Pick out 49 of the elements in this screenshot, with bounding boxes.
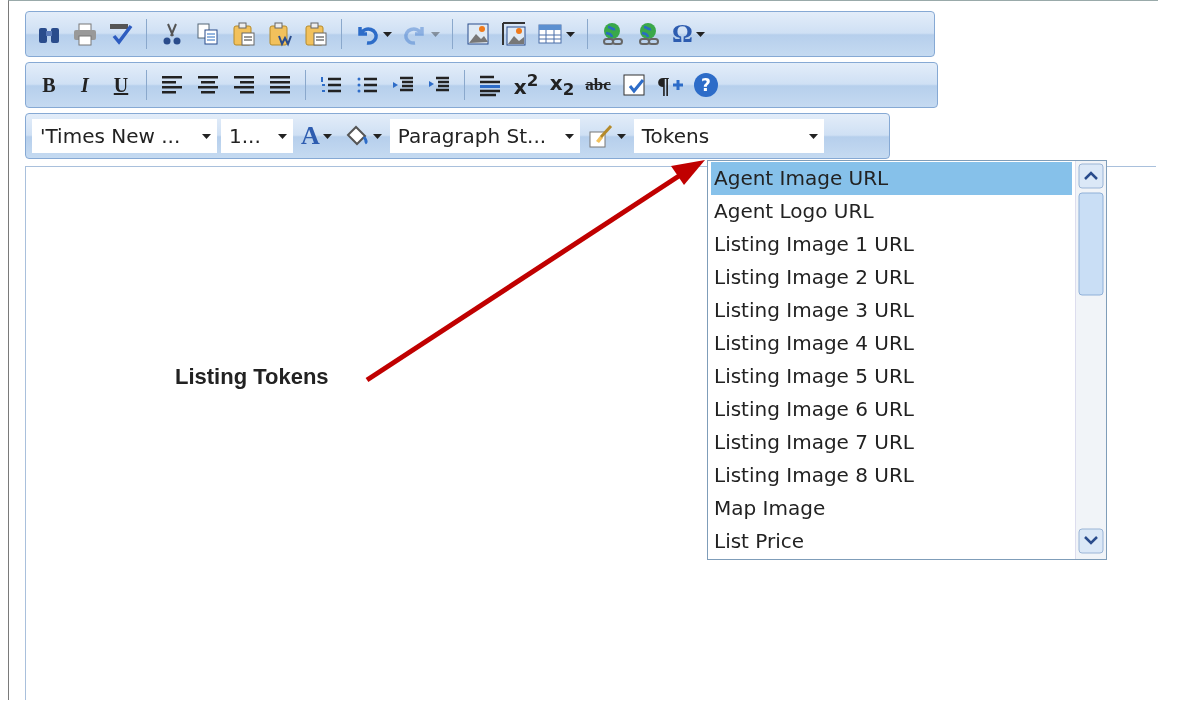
- clipboard-icon: [267, 21, 293, 47]
- token-option[interactable]: Listing Image 8 URL: [711, 459, 1072, 492]
- caret-icon: [278, 133, 287, 139]
- subscript-button[interactable]: x$_{2}$: [545, 68, 579, 102]
- token-option[interactable]: Agent Image URL: [711, 162, 1072, 195]
- clipboard-icon: [303, 21, 329, 47]
- superscript-button[interactable]: x$^{2}$: [509, 68, 543, 102]
- font-select[interactable]: 'Times New ...: [32, 119, 217, 153]
- caret-icon: [808, 133, 818, 139]
- paragraph-button[interactable]: ¶: [653, 68, 687, 102]
- table-icon: [537, 21, 563, 47]
- scrollbar[interactable]: [1075, 161, 1106, 559]
- token-option[interactable]: Listing Image 7 URL: [711, 426, 1072, 459]
- font-color-button[interactable]: A: [297, 119, 336, 153]
- brush-icon: [587, 123, 614, 149]
- token-option[interactable]: List Price: [711, 525, 1072, 558]
- image-ruler-icon: [501, 21, 527, 47]
- size-select[interactable]: 1...: [221, 119, 293, 153]
- copy-icon: [195, 21, 221, 47]
- underline-button[interactable]: U: [104, 68, 138, 102]
- caret-icon: [322, 133, 332, 139]
- token-option[interactable]: Listing Image 3 URL: [711, 294, 1072, 327]
- token-option[interactable]: Listing Image 6 URL: [711, 393, 1072, 426]
- token-option[interactable]: Map Image: [711, 492, 1072, 525]
- token-option[interactable]: Listing Image 1 URL: [711, 228, 1072, 261]
- globe-link-icon: [600, 21, 626, 47]
- caret-icon: [616, 133, 626, 139]
- token-option[interactable]: Listing Image 2 URL: [711, 261, 1072, 294]
- globe-link-icon: [636, 21, 662, 47]
- image-icon: [465, 21, 491, 47]
- printer-icon: [72, 21, 98, 47]
- annotation-label: Listing Tokens: [175, 364, 329, 390]
- special-character-button[interactable]: Ω: [668, 17, 709, 51]
- caret-icon: [372, 133, 382, 139]
- token-option[interactable]: Agent Logo URL: [711, 195, 1072, 228]
- bold-button[interactable]: B: [32, 68, 66, 102]
- tokens-select[interactable]: Tokens: [633, 119, 824, 153]
- caret-icon: [202, 133, 211, 139]
- plus-icon: [673, 80, 683, 90]
- strikethrough-button[interactable]: abc: [581, 68, 615, 102]
- italic-button[interactable]: I: [68, 68, 102, 102]
- checkbox-icon: [621, 72, 647, 98]
- clipboard-icon: [231, 21, 257, 47]
- token-option[interactable]: Listing Image 5 URL: [711, 360, 1072, 393]
- caret-icon: [564, 133, 574, 139]
- paragraph-style-select[interactable]: Paragraph St...: [389, 119, 580, 153]
- token-option[interactable]: Listing Image 4 URL: [711, 327, 1072, 360]
- spellcheck-icon: [108, 21, 134, 47]
- help-button[interactable]: ?: [689, 68, 723, 102]
